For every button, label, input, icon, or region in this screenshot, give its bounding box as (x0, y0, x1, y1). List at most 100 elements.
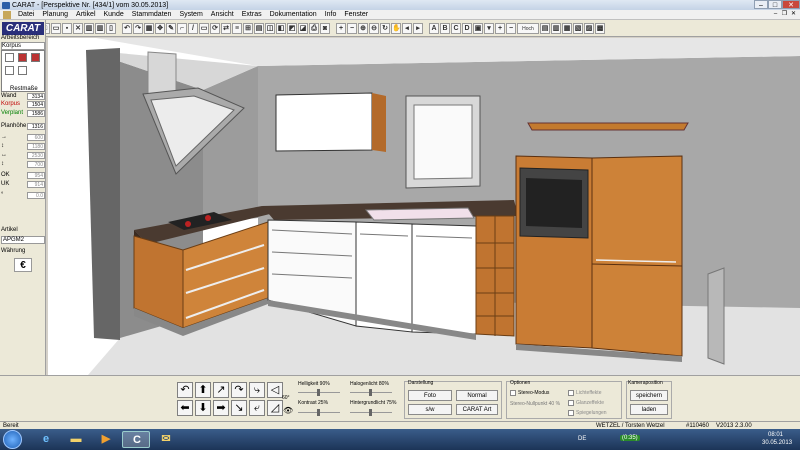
more-c-icon[interactable]: ▦ (562, 22, 572, 34)
hand-icon[interactable]: ✋ (391, 22, 401, 34)
perspective-icon[interactable]: ◩ (287, 22, 297, 34)
dropdown-arrow-icon[interactable]: ▾ (484, 22, 494, 34)
orbit-right-icon[interactable]: ⤷ (249, 382, 265, 398)
taskbar-explorer[interactable]: ▬ (62, 431, 90, 448)
taskbar-mail[interactable]: ✉ (152, 431, 180, 448)
orbit-left-icon[interactable]: ⤶ (249, 400, 265, 416)
text-d-button[interactable]: D (462, 22, 472, 34)
forward-icon[interactable]: ▸ (413, 22, 423, 34)
lichteffekte-checkbox[interactable] (568, 390, 574, 396)
maximize-button[interactable]: □ (768, 0, 782, 9)
menu-system[interactable]: System (175, 11, 206, 18)
mdi-minimize-button[interactable]: ‒ (771, 10, 780, 19)
wall-icon[interactable]: ▯ (106, 22, 116, 34)
open-icon[interactable]: ▭ (51, 22, 61, 34)
kontrast-slider[interactable] (298, 409, 340, 416)
eye-icon[interactable]: 👁 (283, 406, 293, 415)
grid-icon[interactable]: ▦ (144, 22, 154, 34)
system-menu-icon[interactable] (3, 10, 11, 19)
render-icon[interactable]: ◪ (298, 22, 308, 34)
elevation-icon[interactable]: ◧ (276, 22, 286, 34)
cabinet2-icon[interactable]: ▥ (95, 22, 105, 34)
menu-datei[interactable]: Datei (14, 11, 38, 18)
redo-icon[interactable]: ↷ (133, 22, 143, 34)
width-value[interactable]: 600 (27, 134, 45, 141)
length-value[interactable]: 2530 (27, 152, 45, 159)
more-b-icon[interactable]: ▥ (551, 22, 561, 34)
print-icon[interactable]: ⎙ (309, 22, 319, 34)
taskbar-carat[interactable]: C (122, 431, 150, 448)
menu-info[interactable]: Info (321, 11, 341, 18)
cabinet-type-grid-icon[interactable] (5, 66, 14, 75)
text-a-button[interactable]: A (429, 22, 439, 34)
cabinet-type-grid2-icon[interactable] (18, 66, 27, 75)
menu-artikel[interactable]: Artikel (72, 11, 99, 18)
start-button[interactable] (3, 430, 22, 449)
back-icon[interactable]: ◂ (402, 22, 412, 34)
stereo-checkbox[interactable] (510, 390, 516, 396)
snap-icon[interactable]: ⊞ (243, 22, 253, 34)
menu-dokumentation[interactable]: Dokumentation (266, 11, 321, 18)
sw-button[interactable]: s/w (408, 404, 452, 415)
height-value[interactable]: 1180 (27, 143, 45, 150)
save-icon[interactable]: ▪ (62, 22, 72, 34)
normal-select[interactable]: Normal (456, 390, 498, 401)
move-down-icon[interactable]: ⬇ (195, 400, 211, 416)
view-icon[interactable]: ◫ (265, 22, 275, 34)
menu-extras[interactable]: Extras (238, 11, 266, 18)
tray-time[interactable]: 08:01 (768, 432, 783, 438)
minus-icon[interactable]: − (506, 22, 516, 34)
hintergrundlicht-slider[interactable] (350, 409, 392, 416)
move-left-icon[interactable]: ⬅ (177, 400, 193, 416)
minimize-button[interactable]: ‒ (754, 0, 768, 9)
move-up-icon[interactable]: ⬆ (195, 382, 211, 398)
artikel-field[interactable]: APGM2 (1, 236, 45, 244)
text-b-button[interactable]: B (440, 22, 450, 34)
rect-icon[interactable]: ▭ (199, 22, 209, 34)
text-c-button[interactable]: C (451, 22, 461, 34)
halogenlicht-slider[interactable] (350, 389, 392, 396)
menu-fenster[interactable]: Fenster (340, 11, 372, 18)
helligkeit-slider[interactable] (298, 389, 340, 396)
taskbar-ie[interactable]: e (32, 431, 60, 448)
tray-timer[interactable]: (0:35) (620, 435, 640, 441)
rotate-up-right-icon[interactable]: ↗ (213, 382, 229, 398)
cabinet-type-red-icon[interactable] (18, 53, 27, 62)
delete-icon[interactable]: ✕ (73, 22, 83, 34)
close-button[interactable]: ✕ (782, 0, 800, 9)
plus-icon[interactable]: + (495, 22, 505, 34)
turn-right-icon[interactable]: ↷ (231, 382, 247, 398)
align-icon[interactable]: ≡ (232, 22, 242, 34)
mdi-restore-button[interactable]: ❐ (780, 10, 789, 19)
more-a-icon[interactable]: ▤ (540, 22, 550, 34)
currency-button[interactable]: € (14, 258, 32, 272)
plan-icon[interactable]: ▤ (254, 22, 264, 34)
turn-left-icon[interactable]: ↶ (177, 382, 193, 398)
speichern-button[interactable]: speichern (630, 390, 668, 401)
depth-value[interactable]: 700 (27, 161, 45, 168)
rotate-icon[interactable]: ⟳ (210, 22, 220, 34)
refresh-icon[interactable]: ↻ (380, 22, 390, 34)
menu-planung[interactable]: Planung (38, 11, 72, 18)
korpus-select[interactable]: Korpus (1, 42, 45, 50)
more-e-icon[interactable]: ▨ (584, 22, 594, 34)
cabinet-type-red2-icon[interactable] (31, 53, 40, 62)
uk-value[interactable]: 914 (27, 181, 45, 188)
cabinet-icon[interactable]: ▥ (84, 22, 94, 34)
pan-icon[interactable]: ✥ (155, 22, 165, 34)
korpus-value[interactable]: 1504 (27, 101, 45, 108)
height-select[interactable]: Hoch (517, 22, 539, 34)
menu-stammdaten[interactable]: Stammdaten (128, 11, 176, 18)
tray-language[interactable]: DE (578, 436, 586, 442)
zoom-out-icon[interactable]: − (347, 22, 357, 34)
menu-kunde[interactable]: Kunde (100, 11, 128, 18)
more-d-icon[interactable]: ▧ (573, 22, 583, 34)
line-icon[interactable]: / (188, 22, 198, 34)
ok-value[interactable]: 954 (27, 172, 45, 179)
mirror-icon[interactable]: ⇄ (221, 22, 231, 34)
move-right-icon[interactable]: ➡ (213, 400, 229, 416)
planhoehe-value[interactable]: 1316 (27, 123, 45, 130)
verplant-value[interactable]: 1586 (27, 110, 45, 117)
mdi-close-button[interactable]: ✕ (789, 10, 798, 19)
spiegelungen-checkbox[interactable] (568, 410, 574, 416)
